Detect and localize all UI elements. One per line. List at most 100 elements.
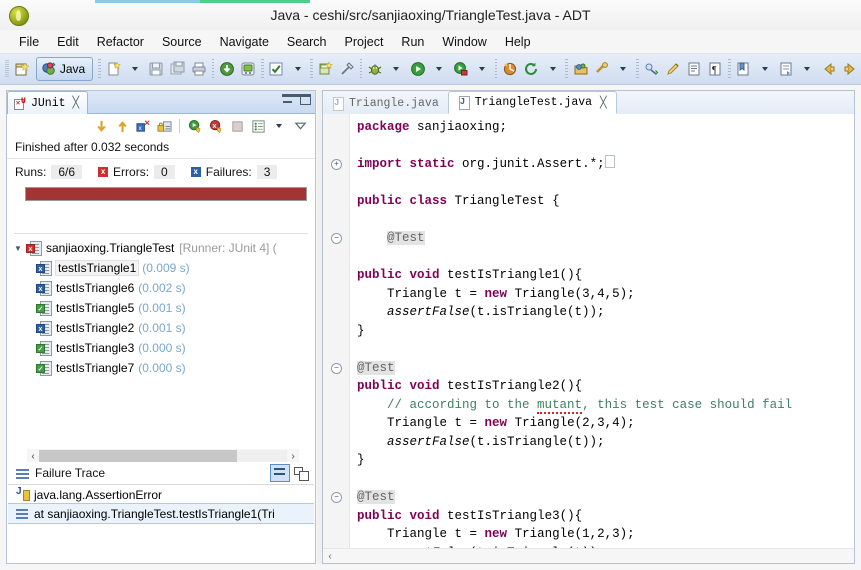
pencil-icon[interactable] xyxy=(663,58,682,80)
search-dropdown-icon[interactable] xyxy=(614,58,633,80)
junit-horizontal-scrollbar[interactable]: ‹ › xyxy=(27,449,299,463)
run-dropdown-icon[interactable] xyxy=(429,58,448,80)
fold-collapse-icon[interactable]: − xyxy=(331,233,342,244)
toolbar-separator-7 xyxy=(565,59,568,79)
toolbar-grip[interactable] xyxy=(5,60,9,78)
tree-row-test[interactable]: x testIsTriangle6 (0.002 s) xyxy=(8,278,314,298)
scroll-right-icon[interactable]: › xyxy=(287,451,299,462)
new-wizard-icon[interactable] xyxy=(13,58,32,80)
bookmark-icon[interactable] xyxy=(734,58,753,80)
menu-help[interactable]: Help xyxy=(496,32,540,52)
expand-arrow-icon[interactable]: ▼ xyxy=(14,244,26,253)
scroll-left-icon[interactable]: ‹ xyxy=(27,451,39,462)
paragraph-icon[interactable]: ¶ xyxy=(706,58,725,80)
history-dropdown-icon[interactable] xyxy=(270,117,288,135)
scroll-track[interactable] xyxy=(39,450,287,462)
new-file-icon[interactable] xyxy=(104,58,123,80)
junit-progress-fill xyxy=(26,188,306,200)
fold-expand-icon[interactable]: + xyxy=(331,159,342,170)
open-type-icon[interactable] xyxy=(571,58,590,80)
bookmark-dropdown-icon[interactable] xyxy=(755,58,774,80)
toggle-block-icon[interactable] xyxy=(684,58,703,80)
filter-stack-trace-icon[interactable] xyxy=(270,464,290,482)
menu-project[interactable]: Project xyxy=(336,32,393,52)
show-failures-only-icon[interactable]: x ✕ xyxy=(134,117,152,135)
tab-label: Triangle.java xyxy=(349,97,439,110)
rerun-failed-icon[interactable]: x xyxy=(207,117,225,135)
view-menu-icon[interactable] xyxy=(291,117,309,135)
run-external-icon[interactable] xyxy=(451,58,470,80)
android-sdk-manager-icon[interactable] xyxy=(239,58,258,80)
menu-navigate[interactable]: Navigate xyxy=(211,32,278,52)
next-annotation-icon[interactable] xyxy=(642,58,661,80)
tree-row-test[interactable]: x testIsTriangle1 (0.009 s) xyxy=(8,258,314,278)
menu-window[interactable]: Window xyxy=(433,32,495,52)
run-external-dropdown-icon[interactable] xyxy=(472,58,491,80)
test-history-icon[interactable] xyxy=(249,117,267,135)
maximize-icon[interactable] xyxy=(300,94,311,105)
menu-refactor[interactable]: Refactor xyxy=(88,32,153,52)
print-icon[interactable] xyxy=(189,58,208,80)
failure-trace-row[interactable]: java.lang.AssertionError xyxy=(8,485,314,504)
code-area[interactable]: package sanjiaoxing; import static org.j… xyxy=(323,114,854,549)
test-duration: (0.009 s) xyxy=(142,261,190,275)
debug-dropdown-icon[interactable] xyxy=(387,58,406,80)
fold-collapse-icon[interactable]: − xyxy=(331,492,342,503)
menu-edit[interactable]: Edit xyxy=(48,32,88,52)
save-all-icon[interactable] xyxy=(168,58,187,80)
tab-triangle-java[interactable]: J Triangle.java xyxy=(323,93,448,114)
perspective-java-button[interactable]: Java xyxy=(35,57,94,81)
history-dropdown-icon[interactable] xyxy=(798,58,817,80)
junit-test-tree[interactable]: ▼ x sanjiaoxing.TriangleTest [Runner: JU… xyxy=(8,227,314,445)
search-icon[interactable] xyxy=(592,58,611,80)
failure-trace-row[interactable]: at sanjiaoxing.TriangleTest.testIsTriang… xyxy=(8,503,314,524)
code-line: } xyxy=(357,322,854,341)
tree-row-test[interactable]: x testIsTriangle2 (0.001 s) xyxy=(8,318,314,338)
tree-row-root[interactable]: ▼ x sanjiaoxing.TriangleTest [Runner: JU… xyxy=(8,238,314,258)
editor-gutter[interactable] xyxy=(323,114,350,549)
maximize-icon[interactable] xyxy=(294,466,309,481)
coverage-icon[interactable] xyxy=(500,58,519,80)
close-icon[interactable]: ╳ xyxy=(73,96,80,110)
rerun-test-icon[interactable] xyxy=(186,117,204,135)
link-off-icon[interactable] xyxy=(337,58,356,80)
previous-failure-icon[interactable] xyxy=(113,117,131,135)
menu-search[interactable]: Search xyxy=(278,32,336,52)
new-class-icon[interactable] xyxy=(316,58,335,80)
tree-row-test[interactable]: ✓ testIsTriangle7 (0.000 s) xyxy=(8,358,314,378)
history-icon[interactable] xyxy=(776,58,795,80)
tree-row-test[interactable]: ✓ testIsTriangle5 (0.001 s) xyxy=(8,298,314,318)
save-icon[interactable] xyxy=(147,58,166,80)
scroll-thumb[interactable] xyxy=(39,450,238,462)
back-icon[interactable] xyxy=(819,58,838,80)
forward-icon[interactable] xyxy=(841,58,860,80)
tab-junit[interactable]: ✕ U JUnit ╳ xyxy=(7,91,89,114)
tab-triangletest-java[interactable]: J TriangleTest.java ╳ xyxy=(447,91,617,114)
menu-run[interactable]: Run xyxy=(392,32,433,52)
close-icon[interactable]: ╳ xyxy=(600,96,607,110)
stat-errors: x Errors: 0 xyxy=(98,165,175,179)
editor-horizontal-scrollbar[interactable]: ‹ xyxy=(323,548,854,563)
failure-trace-body[interactable]: java.lang.AssertionError at sanjiaoxing.… xyxy=(8,485,314,562)
run-icon[interactable] xyxy=(408,58,427,80)
refresh-dropdown-icon[interactable] xyxy=(543,58,562,80)
code-text[interactable]: package sanjiaoxing; import static org.j… xyxy=(349,114,854,549)
fold-collapse-icon[interactable]: − xyxy=(331,362,342,374)
new-file-dropdown-icon[interactable] xyxy=(125,58,144,80)
scroll-left-icon[interactable]: ‹ xyxy=(323,551,337,562)
failure-trace-text: java.lang.AssertionError xyxy=(34,487,163,502)
code-token: Triangle t = xyxy=(387,527,485,541)
check-icon[interactable] xyxy=(267,58,286,80)
scroll-lock-icon[interactable] xyxy=(155,117,173,135)
menu-file[interactable]: File xyxy=(10,32,48,52)
stop-icon[interactable] xyxy=(228,117,246,135)
debug-icon[interactable] xyxy=(365,58,384,80)
import-icon[interactable] xyxy=(217,58,236,80)
next-failure-icon[interactable] xyxy=(92,117,110,135)
check-dropdown-icon[interactable] xyxy=(288,58,307,80)
tree-row-test[interactable]: ✓ testIsTriangle3 (0.000 s) xyxy=(8,338,314,358)
editor-tabbar: J Triangle.java J TriangleTest.java ╳ xyxy=(323,91,854,115)
test-name: testIsTriangle7 xyxy=(56,361,135,375)
refresh-icon[interactable] xyxy=(522,58,541,80)
menu-source[interactable]: Source xyxy=(153,32,211,52)
